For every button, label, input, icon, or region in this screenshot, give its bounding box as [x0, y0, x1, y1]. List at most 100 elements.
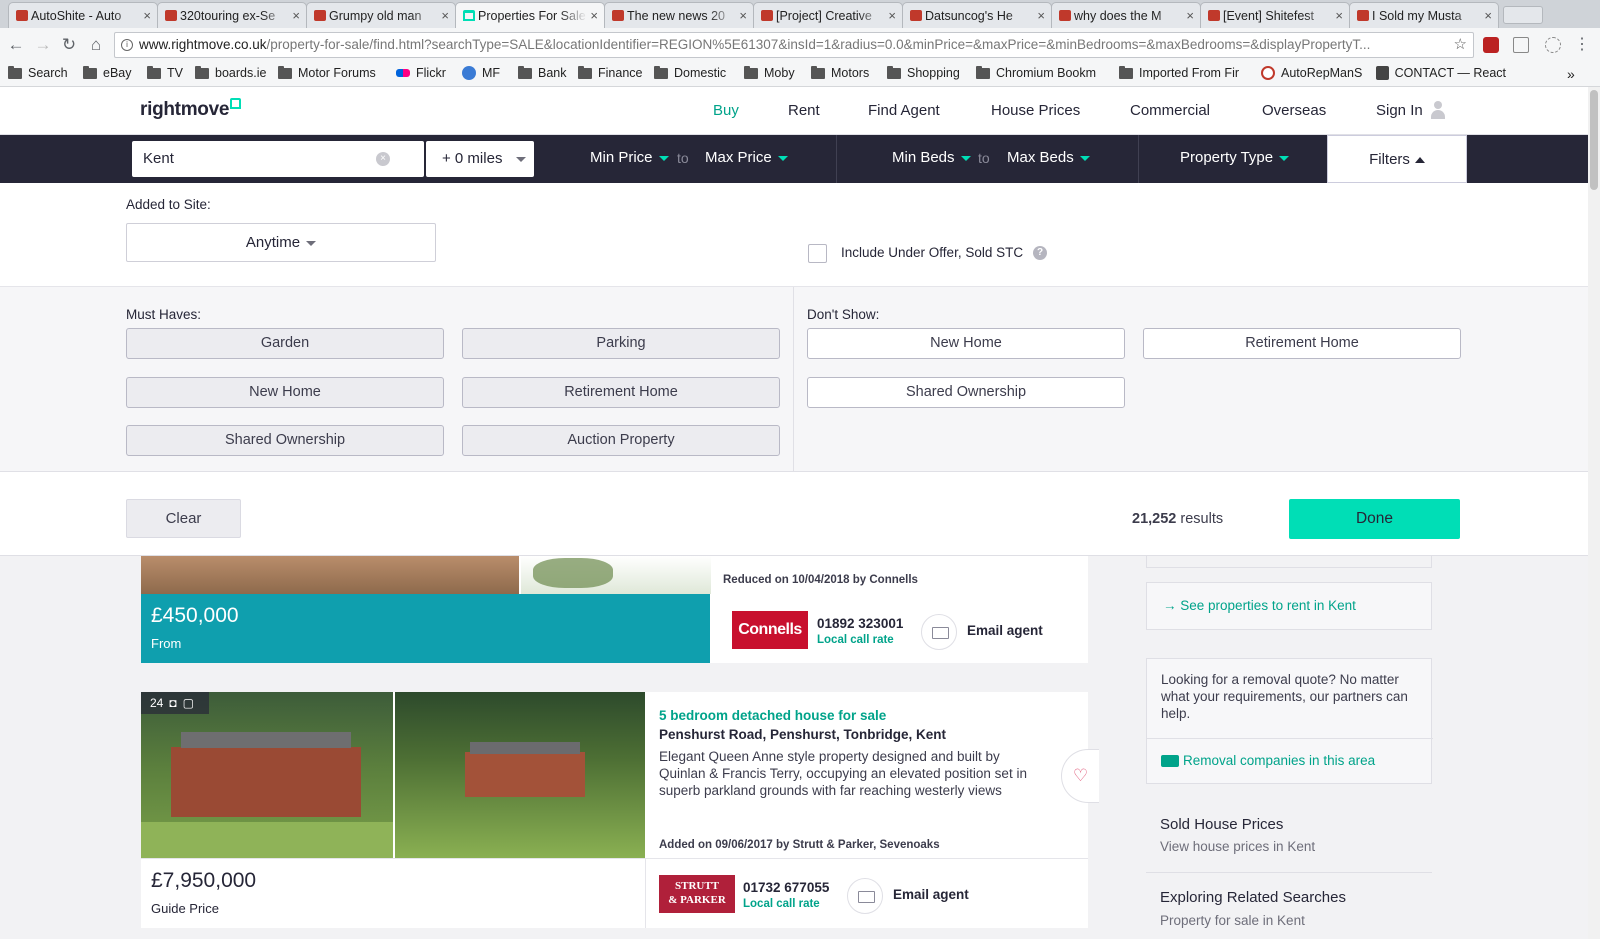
agent-logo[interactable]: STRUTT & PARKER: [659, 875, 735, 913]
bookmark-contact[interactable]: CONTACT — React: [1376, 66, 1506, 80]
bookmark-chromium[interactable]: Chromium Bookm: [976, 66, 1104, 80]
nav-rent[interactable]: Rent: [788, 102, 820, 119]
property-photo[interactable]: [141, 556, 519, 594]
close-tab-icon[interactable]: ×: [292, 8, 300, 23]
reload-icon[interactable]: ↻: [58, 34, 80, 56]
nav-find-agent[interactable]: Find Agent: [868, 102, 940, 119]
browser-tab[interactable]: Datsuncog's He ×: [902, 2, 1052, 28]
rent-link[interactable]: → See properties to rent in Kent: [1163, 598, 1356, 613]
close-tab-icon[interactable]: ×: [441, 8, 449, 23]
bookmark-flickr[interactable]: Flickr: [396, 66, 446, 80]
rightmove-logo[interactable]: rightmove: [140, 98, 242, 121]
nav-sign-in[interactable]: Sign In: [1376, 102, 1423, 119]
nav-house-prices[interactable]: House Prices: [991, 102, 1080, 119]
email-icon[interactable]: [921, 614, 957, 650]
must-have-parking[interactable]: Parking: [462, 328, 780, 359]
close-tab-icon[interactable]: ×: [143, 8, 151, 23]
clear-filters-button[interactable]: Clear: [126, 499, 241, 538]
property-type-select[interactable]: Property Type: [1180, 149, 1290, 166]
browser-tab[interactable]: [Project] Creative ×: [753, 2, 903, 28]
nav-overseas[interactable]: Overseas: [1262, 102, 1326, 119]
forward-icon[interactable]: →: [32, 34, 54, 56]
must-have-garden[interactable]: Garden: [126, 328, 444, 359]
nav-buy[interactable]: Buy: [713, 102, 739, 119]
browser-tab[interactable]: 320touring ex-Se ×: [157, 2, 307, 28]
browser-tab[interactable]: The new news 20 ×: [604, 2, 754, 28]
agent-phone[interactable]: 01732 677055: [743, 880, 829, 895]
include-under-offer-checkbox[interactable]: [808, 244, 827, 263]
must-have-retirement-home[interactable]: Retirement Home: [462, 377, 780, 408]
help-icon[interactable]: ?: [1033, 246, 1047, 260]
back-icon[interactable]: ←: [5, 34, 27, 56]
min-beds-select[interactable]: Min Beds: [892, 149, 971, 166]
browser-tab[interactable]: AutoShite - Auto ×: [8, 2, 158, 28]
email-icon[interactable]: [847, 878, 883, 914]
close-tab-icon[interactable]: ×: [739, 8, 747, 23]
bookmark-domestic[interactable]: Domestic: [654, 65, 726, 80]
bookmark-mf[interactable]: MF: [462, 66, 500, 80]
property-photo[interactable]: [141, 692, 393, 858]
sidebar-rent-box[interactable]: → See properties to rent in Kent: [1146, 582, 1432, 630]
bookmark-finance[interactable]: Finance: [578, 65, 642, 80]
added-to-site-select[interactable]: Anytime: [126, 223, 436, 262]
bookmark-bank[interactable]: Bank: [518, 65, 567, 80]
sold-prices-heading[interactable]: Sold House Prices: [1160, 816, 1283, 833]
property-card[interactable]: 24 ◘ ▢ 5 bedroom detached house for sale P…: [141, 692, 1099, 928]
page-scrollbar[interactable]: [1588, 87, 1600, 939]
bookmark-search[interactable]: Search: [8, 65, 68, 80]
ublock-extension-icon[interactable]: [1483, 37, 1499, 53]
bookmark-autorepmans[interactable]: AutoRepManS: [1261, 66, 1362, 80]
must-have-new-home[interactable]: New Home: [126, 377, 444, 408]
close-tab-icon[interactable]: ×: [888, 8, 896, 23]
bookmark-motors[interactable]: Motors: [811, 65, 869, 80]
property-title[interactable]: 5 bedroom detached house for sale: [659, 708, 886, 723]
close-tab-icon[interactable]: ×: [1037, 8, 1045, 23]
property-photo[interactable]: [395, 692, 645, 858]
browser-tab-active[interactable]: Properties For Sale ×: [455, 2, 605, 28]
bookmark-motor-forums[interactable]: Motor Forums: [278, 65, 376, 80]
bookmarks-overflow-icon[interactable]: »: [1567, 66, 1575, 82]
new-tab-button[interactable]: [1503, 6, 1543, 24]
bookmark-ebay[interactable]: eBay: [83, 65, 132, 80]
sold-prices-link[interactable]: View house prices in Kent: [1160, 839, 1315, 854]
related-search-link[interactable]: Property for sale in Kent: [1160, 913, 1305, 928]
close-tab-icon[interactable]: ×: [1335, 8, 1343, 23]
browser-tab[interactable]: [Event] Shitefest ×: [1200, 2, 1350, 28]
nav-commercial[interactable]: Commercial: [1130, 102, 1210, 119]
extension-icon[interactable]: [1545, 37, 1561, 53]
bookmark-tv[interactable]: TV: [147, 65, 183, 80]
browser-tab[interactable]: why does the M ×: [1051, 2, 1201, 28]
radius-select[interactable]: + 0 miles: [426, 141, 534, 177]
photo-count-badge[interactable]: 24 ◘ ▢: [141, 692, 209, 714]
property-card[interactable]: Reduced on 10/04/2018 by Connells £450,0…: [141, 556, 1088, 663]
agent-phone[interactable]: 01892 323001: [817, 616, 903, 631]
bookmark-imported[interactable]: Imported From Fir: [1119, 66, 1259, 80]
property-photo[interactable]: [521, 556, 711, 594]
home-icon[interactable]: ⌂: [85, 34, 107, 56]
cast-extension-icon[interactable]: [1513, 37, 1529, 53]
address-bar[interactable]: i www.rightmove.co.uk/property-for-sale/…: [114, 32, 1474, 58]
browser-tab[interactable]: I Sold my Musta ×: [1349, 2, 1499, 28]
bookmark-star-icon[interactable]: ☆: [1454, 33, 1467, 57]
dont-show-retirement-home[interactable]: Retirement Home: [1143, 328, 1461, 359]
scrollbar-thumb[interactable]: [1590, 90, 1598, 190]
done-button[interactable]: Done: [1289, 499, 1460, 539]
bookmark-shopping[interactable]: Shopping: [887, 65, 960, 80]
dont-show-shared-ownership[interactable]: Shared Ownership: [807, 377, 1125, 408]
browser-tab[interactable]: Grumpy old man ×: [306, 2, 456, 28]
close-tab-icon[interactable]: ×: [1186, 8, 1194, 23]
clear-location-icon[interactable]: ×: [376, 152, 390, 166]
menu-icon[interactable]: ⋮: [1571, 34, 1593, 56]
include-under-offer-label[interactable]: Include Under Offer, Sold STC: [841, 245, 1023, 260]
filters-button[interactable]: Filters: [1327, 135, 1467, 183]
close-tab-icon[interactable]: ×: [590, 8, 598, 23]
max-beds-select[interactable]: Max Beds: [1007, 149, 1090, 166]
save-heart-icon[interactable]: ♡: [1061, 749, 1099, 803]
location-input[interactable]: Kent ×: [132, 141, 424, 177]
email-agent-link[interactable]: Email agent: [967, 623, 1043, 638]
dont-show-new-home[interactable]: New Home: [807, 328, 1125, 359]
close-tab-icon[interactable]: ×: [1484, 8, 1492, 23]
removal-link[interactable]: Removal companies in this area: [1161, 753, 1375, 768]
min-price-select[interactable]: Min Price: [590, 149, 669, 166]
site-info-icon[interactable]: i: [121, 39, 133, 51]
